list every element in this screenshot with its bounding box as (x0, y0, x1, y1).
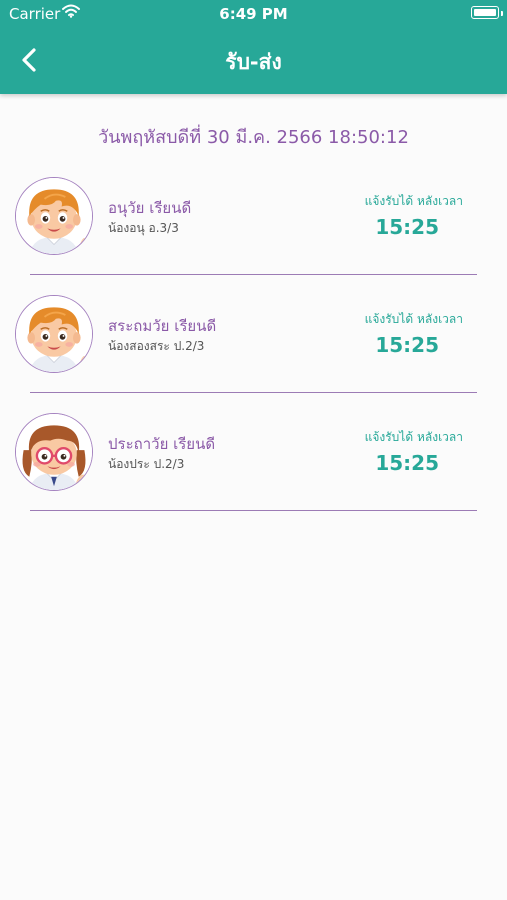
student-row[interactable]: ประถาวัย เรียนดี น้องประ ป.2/3 แจ้งรับได… (0, 413, 507, 531)
student-nickname: น้องประ ป.2/3 (108, 457, 185, 471)
student-avatar (15, 413, 93, 491)
pickup-time: 15:25 (375, 451, 439, 475)
page-title: รับ-ส่ง (225, 50, 282, 74)
student-name: สระถมวัย เรียนดี (108, 317, 217, 335)
pickup-time: 15:25 (375, 215, 439, 239)
boy-avatar-icon (16, 296, 92, 372)
row-divider (30, 510, 477, 511)
student-nickname: น้องสองสระ ป.2/3 (108, 339, 205, 353)
row-divider (30, 392, 477, 393)
pickup-note: แจ้งรับได้ หลังเวลา (364, 430, 463, 444)
student-row[interactable]: อนุวัย เรียนดี น้องอนุ อ.3/3 แจ้งรับได้ … (0, 177, 507, 295)
row-divider (30, 274, 477, 275)
student-avatar (15, 295, 93, 373)
status-bar: Carrier 6:49 PM (0, 0, 507, 28)
student-avatar (15, 177, 93, 255)
battery-icon (471, 6, 503, 19)
student-name: อนุวัย เรียนดี (108, 199, 192, 217)
pickup-note: แจ้งรับได้ หลังเวลา (364, 194, 463, 208)
pickup-note: แจ้งรับได้ หลังเวลา (364, 312, 463, 326)
pickup-time: 15:25 (375, 333, 439, 357)
student-name: ประถาวัย เรียนดี (108, 435, 216, 453)
student-nickname: น้องอนุ อ.3/3 (108, 221, 179, 235)
navigation-header: Carrier 6:49 PM รับ-ส่ง (0, 0, 507, 94)
status-time: 6:49 PM (219, 5, 288, 23)
current-datetime: วันพฤหัสบดีที่ 30 มี.ค. 2566 18:50:12 (98, 127, 409, 148)
girl-avatar-icon (16, 414, 92, 490)
student-row[interactable]: สระถมวัย เรียนดี น้องสองสระ ป.2/3 แจ้งรั… (0, 295, 507, 413)
boy-avatar-icon (16, 178, 92, 254)
